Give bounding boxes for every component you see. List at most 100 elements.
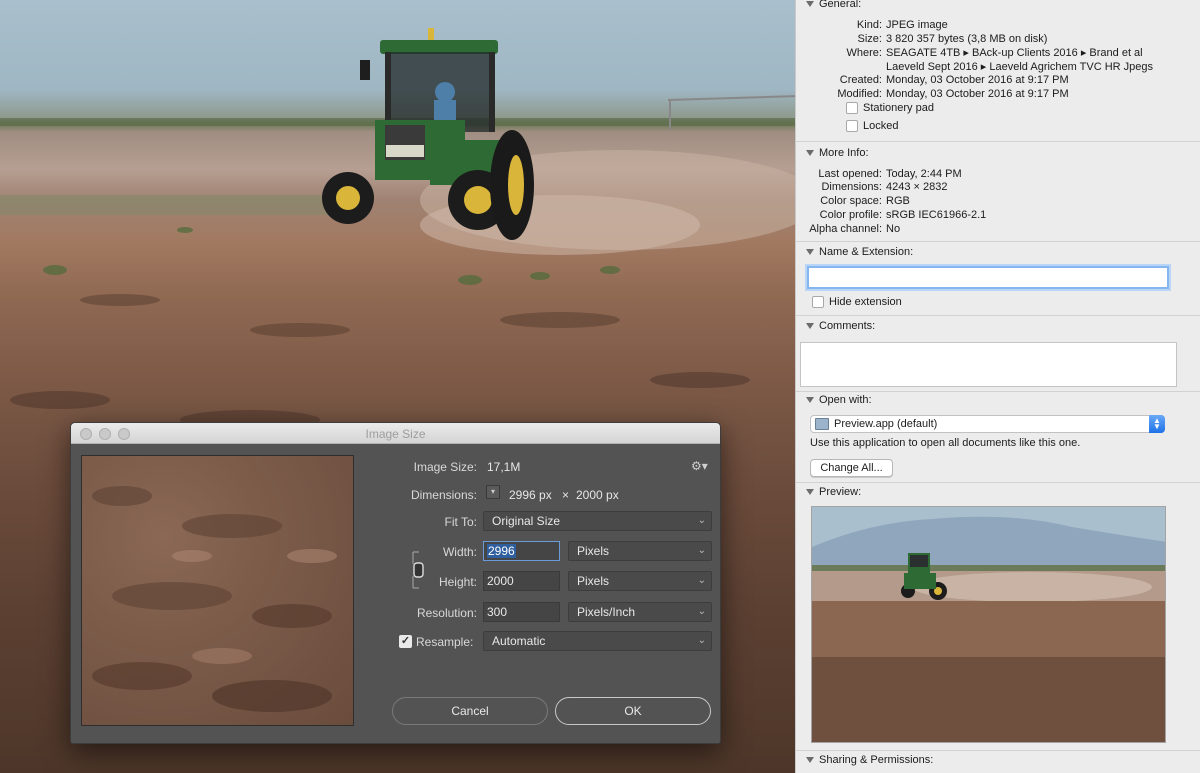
dimensions-width-value: 2996 px <box>509 488 552 502</box>
last-opened-value: Today, 2:44 PM <box>886 168 962 180</box>
soil-preview-image <box>92 486 337 712</box>
more-info-section-header[interactable]: More Info: <box>806 147 869 159</box>
image-preview[interactable] <box>81 455 354 726</box>
resolution-input[interactable]: 300 <box>483 602 560 622</box>
where-value-line1: SEAGATE 4TB ▸ BAck-up Clients 2016 ▸ Bra… <box>886 47 1143 59</box>
cancel-button[interactable]: Cancel <box>392 697 548 725</box>
hide-extension-row[interactable]: Hide extension <box>812 296 902 308</box>
dimensions-value: 4243 × 2832 <box>886 181 948 193</box>
image-size-value: 17,1M <box>487 460 521 474</box>
alpha-channel-label: Alpha channel: <box>809 223 882 235</box>
change-all-button[interactable]: Change All... <box>810 459 893 477</box>
color-space-row: Color space: RGB <box>796 194 910 208</box>
resolution-unit-dropdown[interactable]: Pixels/Inch ⌄ <box>568 602 712 622</box>
kind-label: Kind: <box>856 19 882 31</box>
open-with-select[interactable]: Preview.app (default) ▲ ▼ <box>810 415 1165 433</box>
divider <box>796 315 1200 316</box>
disclosure-triangle-icon <box>806 249 814 255</box>
color-space-value: RGB <box>886 195 910 207</box>
stationery-pad-checkbox[interactable] <box>846 102 858 114</box>
fit-to-dropdown[interactable]: Original Size ⌄ <box>483 511 712 531</box>
modified-value: Monday, 03 October 2016 at 9:17 PM <box>886 88 1069 100</box>
height-input[interactable]: 2000 <box>483 571 560 591</box>
name-extension-title: Name & Extension: <box>819 246 914 258</box>
width-unit-dropdown[interactable]: Pixels ⌄ <box>568 541 712 561</box>
image-size-dialog: Image Size ⚙▾ Image Size: 17,1M Dimensio… <box>70 422 721 744</box>
where-row-2: Laeveld Sept 2016 ▸ Laeveld Agrichem TVC… <box>796 60 1153 74</box>
gear-icon[interactable]: ⚙▾ <box>691 459 708 473</box>
resample-value: Automatic <box>492 634 546 648</box>
hide-extension-checkbox[interactable] <box>812 296 824 308</box>
general-title: General: <box>819 0 862 10</box>
more-info-title: More Info: <box>819 147 869 159</box>
ok-button[interactable]: OK <box>555 697 711 725</box>
disclosure-triangle-icon <box>806 150 814 156</box>
resample-dropdown[interactable]: Automatic ⌄ <box>483 631 712 651</box>
where-label: Where: <box>846 47 882 59</box>
where-value-line2: Laeveld Sept 2016 ▸ Laeveld Agrichem TVC… <box>886 61 1154 73</box>
comments-textarea[interactable] <box>800 342 1177 387</box>
height-label: Height: <box>438 575 477 589</box>
open-with-title: Open with: <box>819 394 872 406</box>
resample-label: Resample: <box>416 635 474 649</box>
comments-section-header[interactable]: Comments: <box>806 320 875 332</box>
where-row: Where: SEAGATE 4TB ▸ BAck-up Clients 2016… <box>796 46 1143 60</box>
hide-extension-label: Hide extension <box>829 296 902 308</box>
stationery-pad-row[interactable]: Stationery pad <box>846 102 934 114</box>
locked-row[interactable]: Locked <box>846 120 898 132</box>
open-with-app: Preview.app (default) <box>834 418 938 430</box>
kind-value: JPEG image <box>886 19 948 31</box>
preview-app-icon <box>815 418 829 430</box>
file-name-input[interactable] <box>807 266 1169 289</box>
alpha-channel-value: No <box>886 223 901 235</box>
stationery-pad-label: Stationery pad <box>863 102 934 114</box>
general-section-header[interactable]: General: <box>806 0 861 10</box>
sharing-permissions-section-header[interactable]: Sharing & Permissions: <box>806 754 933 766</box>
resolution-value: 300 <box>487 605 508 619</box>
width-value: 2996 <box>487 544 516 558</box>
dimensions-label: Dimensions: <box>821 181 882 193</box>
alpha-channel-row: Alpha channel: No <box>796 222 900 236</box>
kind-row: Kind: JPEG image <box>796 18 948 32</box>
chevron-down-icon: ⌄ <box>697 545 706 556</box>
modified-label: Modified: <box>837 88 882 100</box>
dialog-title: Image Size <box>365 427 426 441</box>
height-unit-dropdown[interactable]: Pixels ⌄ <box>568 571 712 591</box>
width-label: Width: <box>442 545 477 559</box>
dimensions-unit-dropdown[interactable]: ▾ <box>486 485 500 499</box>
height-value: 2000 <box>487 574 514 588</box>
get-info-panel: General: Kind: JPEG image Size: 3 820 357 … <box>795 0 1200 773</box>
name-extension-section-header[interactable]: Name & Extension: <box>806 246 913 258</box>
fit-to-value: Original Size <box>492 514 561 528</box>
preview-title: Preview: <box>819 486 862 498</box>
width-unit-value: Pixels <box>577 544 610 558</box>
color-profile-label: Color profile: <box>819 209 882 221</box>
divider <box>796 750 1200 751</box>
dimensions-height-value: 2000 px <box>576 488 619 502</box>
resample-checkbox[interactable]: ✓ <box>399 635 412 648</box>
created-row: Created: Monday, 03 October 2016 at 9:17 … <box>796 73 1069 87</box>
last-opened-row: Last opened: Today, 2:44 PM <box>796 167 962 181</box>
dialog-titlebar: Image Size <box>71 423 720 444</box>
dimensions-label: Dimensions: <box>410 488 477 502</box>
chevron-down-icon: ⌄ <box>697 606 706 617</box>
size-label: Size: <box>857 33 882 45</box>
created-label: Created: <box>839 74 882 86</box>
file-preview-thumbnail <box>811 506 1166 743</box>
tractor-thumbnail-image <box>812 507 1165 742</box>
disclosure-triangle-icon <box>806 1 814 7</box>
color-profile-row: Color profile: sRGB IEC61966-2.1 <box>796 208 987 222</box>
last-opened-label: Last opened: <box>818 168 882 180</box>
locked-checkbox[interactable] <box>846 120 858 132</box>
disclosure-triangle-icon <box>806 323 814 329</box>
divider <box>796 482 1200 483</box>
open-with-section-header[interactable]: Open with: <box>806 394 872 406</box>
divider <box>796 141 1200 142</box>
modified-row: Modified: Monday, 03 October 2016 at 9:17… <box>796 87 1069 101</box>
locked-label: Locked <box>863 120 899 132</box>
disclosure-triangle-icon <box>806 757 814 763</box>
size-row: Size: 3 820 357 bytes (3,8 MB on disk) <box>796 32 1048 46</box>
preview-section-header[interactable]: Preview: <box>806 486 861 498</box>
height-unit-value: Pixels <box>577 574 610 588</box>
width-input[interactable]: 2996 <box>483 541 560 561</box>
